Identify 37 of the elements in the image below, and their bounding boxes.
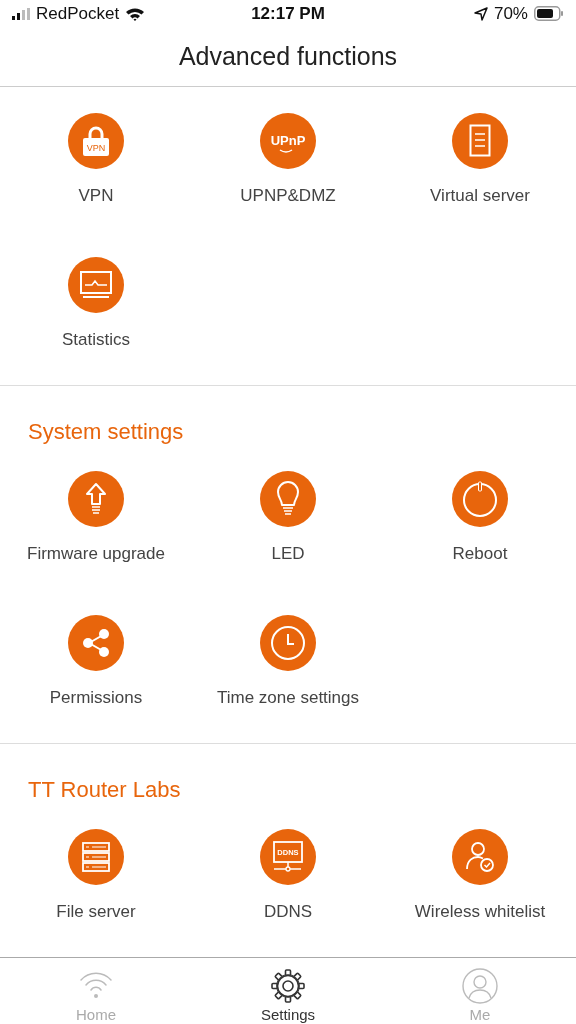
location-icon	[473, 6, 488, 21]
battery-icon	[534, 6, 564, 22]
function-label[interactable]: VPN	[78, 184, 114, 225]
function-label[interactable]: Virtual server	[430, 184, 530, 225]
section-heading: System settings	[27, 417, 185, 446]
function-label[interactable]: Firmware upgrade	[27, 542, 165, 583]
light-bulb-icon[interactable]	[260, 470, 316, 527]
carrier-name: RedPocket	[36, 3, 120, 24]
icon-text: VPN	[86, 142, 106, 153]
function-label[interactable]: DDNS	[263, 900, 313, 941]
clock-time: 12:17 PM	[251, 3, 325, 24]
server-icon[interactable]	[68, 828, 124, 885]
function-label[interactable]: UPNP&DMZ	[240, 184, 336, 225]
signal-icon	[12, 7, 30, 20]
page-title: Advanced functions	[178, 42, 398, 72]
wifi-icon	[125, 6, 146, 21]
function-label[interactable]: File server	[56, 900, 136, 941]
clock-icon[interactable]	[260, 614, 316, 671]
tab-button[interactable]: Settings	[192, 957, 384, 1024]
function-label[interactable]: Reboot	[452, 542, 508, 583]
document-icon[interactable]	[452, 112, 508, 169]
user-check-icon[interactable]	[452, 828, 508, 885]
settings-icon	[270, 967, 306, 1004]
network-monitor-drawing	[273, 840, 303, 872]
battery-percent: 70%	[493, 3, 528, 24]
function-label[interactable]: Time zone settings	[216, 686, 359, 727]
monitor-icon[interactable]	[68, 256, 124, 313]
share-icon[interactable]	[68, 614, 124, 671]
section-heading: TT Router Labs	[27, 775, 182, 804]
function-label[interactable]: LED	[271, 542, 305, 583]
function-label[interactable]: Statistics	[62, 328, 130, 369]
function-label[interactable]: Permissions	[49, 686, 143, 727]
lock-icon[interactable]: VPN	[68, 112, 124, 169]
function-label[interactable]: Wireless whitelist	[414, 900, 546, 941]
power-icon[interactable]	[452, 470, 508, 527]
icon-text: UPnP	[270, 132, 306, 148]
user-icon	[462, 967, 498, 1004]
